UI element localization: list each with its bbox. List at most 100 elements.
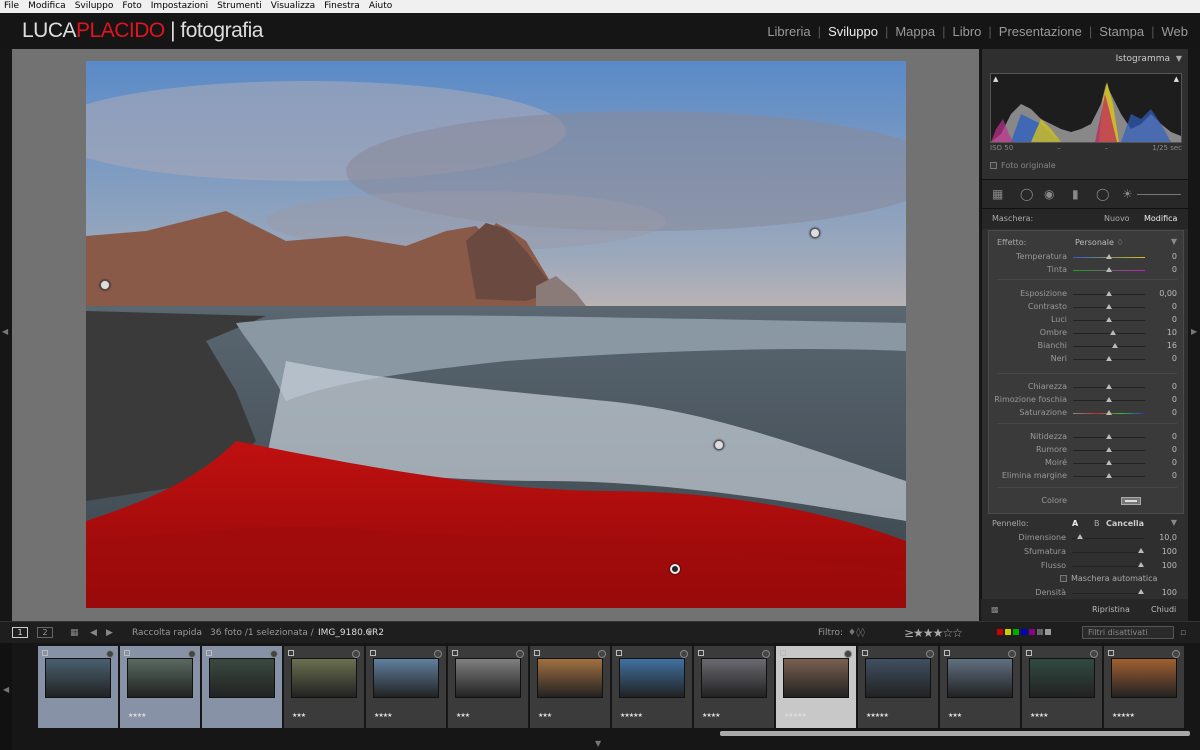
flag-icon[interactable]	[124, 650, 130, 656]
slider-value[interactable]: 16	[1167, 341, 1177, 350]
slider-row[interactable]: Esposizione 0,00	[989, 288, 1185, 301]
reset-button[interactable]: Ripristina	[1092, 599, 1130, 621]
automask-toggle[interactable]: Maschera automatica	[1060, 574, 1157, 583]
slider-row[interactable]: Ombre 10	[989, 327, 1185, 340]
erase-button[interactable]: Cancella	[1106, 519, 1144, 528]
spot-removal-icon[interactable]: ◯	[1020, 187, 1033, 201]
close-button[interactable]: Chiudi	[1151, 599, 1176, 621]
feather-value[interactable]: 100	[1162, 547, 1177, 556]
quick-collection-icon[interactable]	[434, 650, 442, 658]
filter-preset-select[interactable]: Filtri disattivati	[1082, 626, 1174, 639]
gray-label-icon[interactable]	[1037, 629, 1043, 635]
slider-value[interactable]: 0	[1172, 354, 1177, 363]
mask-overlay-toggle-icon[interactable]: ▩	[991, 599, 999, 621]
adjustment-pin[interactable]	[714, 440, 724, 450]
yellow-label-icon[interactable]	[1005, 629, 1011, 635]
slider-knob[interactable]	[1106, 434, 1112, 439]
highlight-clipping-icon[interactable]: ▲	[1174, 75, 1179, 83]
star-rating[interactable]: ★★★★★	[784, 712, 807, 719]
slider-value[interactable]: 0	[1172, 315, 1177, 324]
slider-knob[interactable]	[1106, 410, 1112, 415]
slider-row[interactable]: Moiré 0	[989, 457, 1185, 470]
checkbox-icon[interactable]	[1060, 575, 1067, 582]
slider-row[interactable]: Rumore 0	[989, 444, 1185, 457]
filmstrip-thumbnail[interactable]: ★★★	[284, 646, 364, 728]
quick-collection-icon[interactable]	[680, 650, 688, 658]
brush-b-button[interactable]: B	[1094, 519, 1100, 528]
flag-icon[interactable]	[42, 650, 48, 656]
flow-knob[interactable]	[1138, 562, 1144, 567]
slider-knob[interactable]	[1106, 460, 1112, 465]
adjustment-pin[interactable]	[810, 228, 820, 238]
menu-item-0[interactable]: File	[4, 0, 19, 13]
back-arrow-icon[interactable]: ◀	[90, 622, 97, 644]
red-label-icon[interactable]	[997, 629, 1003, 635]
quick-collection-icon[interactable]	[106, 650, 114, 658]
star-rating[interactable]: ★★★★	[374, 712, 392, 719]
quick-collection-icon[interactable]	[844, 650, 852, 658]
filmstrip-scrollbar[interactable]	[720, 731, 1190, 736]
flag-filter-icons[interactable]: ♦◊◊	[848, 622, 865, 644]
slider-value[interactable]: 0	[1172, 252, 1177, 261]
flag-icon[interactable]	[780, 650, 786, 656]
quick-collection-icon[interactable]	[352, 650, 360, 658]
active-adjustment-pin[interactable]	[670, 564, 680, 574]
feather-knob[interactable]	[1138, 548, 1144, 553]
star-rating[interactable]: ★★★★	[1030, 712, 1048, 719]
color-label-filter[interactable]	[997, 629, 1051, 635]
slider-value[interactable]: 0	[1172, 458, 1177, 467]
slider-row[interactable]: Tinta 0	[989, 264, 1185, 277]
density-knob[interactable]	[1138, 589, 1144, 594]
flow-slider[interactable]	[1072, 566, 1144, 567]
star-rating[interactable]: ★★★★	[702, 712, 720, 719]
slider-row[interactable]: Nitidezza 0	[989, 431, 1185, 444]
brush-slider-track[interactable]	[1137, 194, 1181, 195]
white-label-icon[interactable]	[1045, 629, 1051, 635]
color-swatch[interactable]	[1121, 497, 1141, 505]
collection-name[interactable]: Raccolta rapida	[132, 622, 202, 644]
right-panel-toggle[interactable]: ▶	[1188, 49, 1200, 621]
flag-icon[interactable]	[616, 650, 622, 656]
image-canvas[interactable]	[12, 49, 979, 621]
adjustment-brush-icon[interactable]: ☀	[1122, 187, 1133, 201]
slider-knob[interactable]	[1106, 267, 1112, 272]
filmstrip-thumbnail[interactable]: ★★★★	[120, 646, 200, 728]
main-window-button[interactable]: 1	[12, 627, 28, 638]
star-rating[interactable]: ★★★★	[128, 712, 146, 719]
filmstrip-thumbnail[interactable]	[38, 646, 118, 728]
forward-arrow-icon[interactable]: ▶	[106, 622, 113, 644]
menu-item-1[interactable]: Modifica	[28, 0, 66, 13]
slider-value[interactable]: 0	[1172, 445, 1177, 454]
slider-row[interactable]: Temperatura 0	[989, 251, 1185, 264]
flag-icon[interactable]	[1026, 650, 1032, 656]
quick-collection-icon[interactable]	[1008, 650, 1016, 658]
filmstrip-thumbnail[interactable]	[202, 646, 282, 728]
slider-knob[interactable]	[1109, 330, 1116, 335]
filter-lock-icon[interactable]: ▫	[1180, 622, 1186, 644]
filmstrip-thumbnail[interactable]: ★★★	[448, 646, 528, 728]
purple-label-icon[interactable]	[1029, 629, 1035, 635]
slider-knob[interactable]	[1106, 397, 1112, 402]
blue-label-icon[interactable]	[1021, 629, 1027, 635]
filmstrip-scroll-left[interactable]: ◀	[0, 643, 12, 750]
quick-collection-icon[interactable]	[1172, 650, 1180, 658]
quick-collection-icon[interactable]	[598, 650, 606, 658]
slider-knob[interactable]	[1106, 304, 1112, 309]
star-rating[interactable]: ★★★	[456, 712, 470, 719]
slider-knob[interactable]	[1111, 343, 1118, 348]
slider-knob[interactable]	[1106, 317, 1112, 322]
flag-icon[interactable]	[206, 650, 212, 656]
mask-new-button[interactable]: Nuovo	[1104, 209, 1130, 229]
module-5[interactable]: Stampa	[1099, 24, 1144, 39]
brush-a-button[interactable]: A	[1072, 519, 1078, 528]
slider-value[interactable]: 0	[1172, 302, 1177, 311]
crop-icon[interactable]: ▦	[992, 187, 1003, 201]
module-4[interactable]: Presentazione	[999, 24, 1082, 39]
menu-item-7[interactable]: Finestra	[324, 0, 360, 13]
menu-item-3[interactable]: Foto	[122, 0, 141, 13]
slider-knob[interactable]	[1106, 291, 1112, 296]
quick-collection-icon[interactable]	[188, 650, 196, 658]
slider-row[interactable]: Bianchi 16	[989, 340, 1185, 353]
flow-value[interactable]: 100	[1162, 561, 1177, 570]
radial-filter-icon[interactable]: ◯	[1096, 187, 1109, 201]
